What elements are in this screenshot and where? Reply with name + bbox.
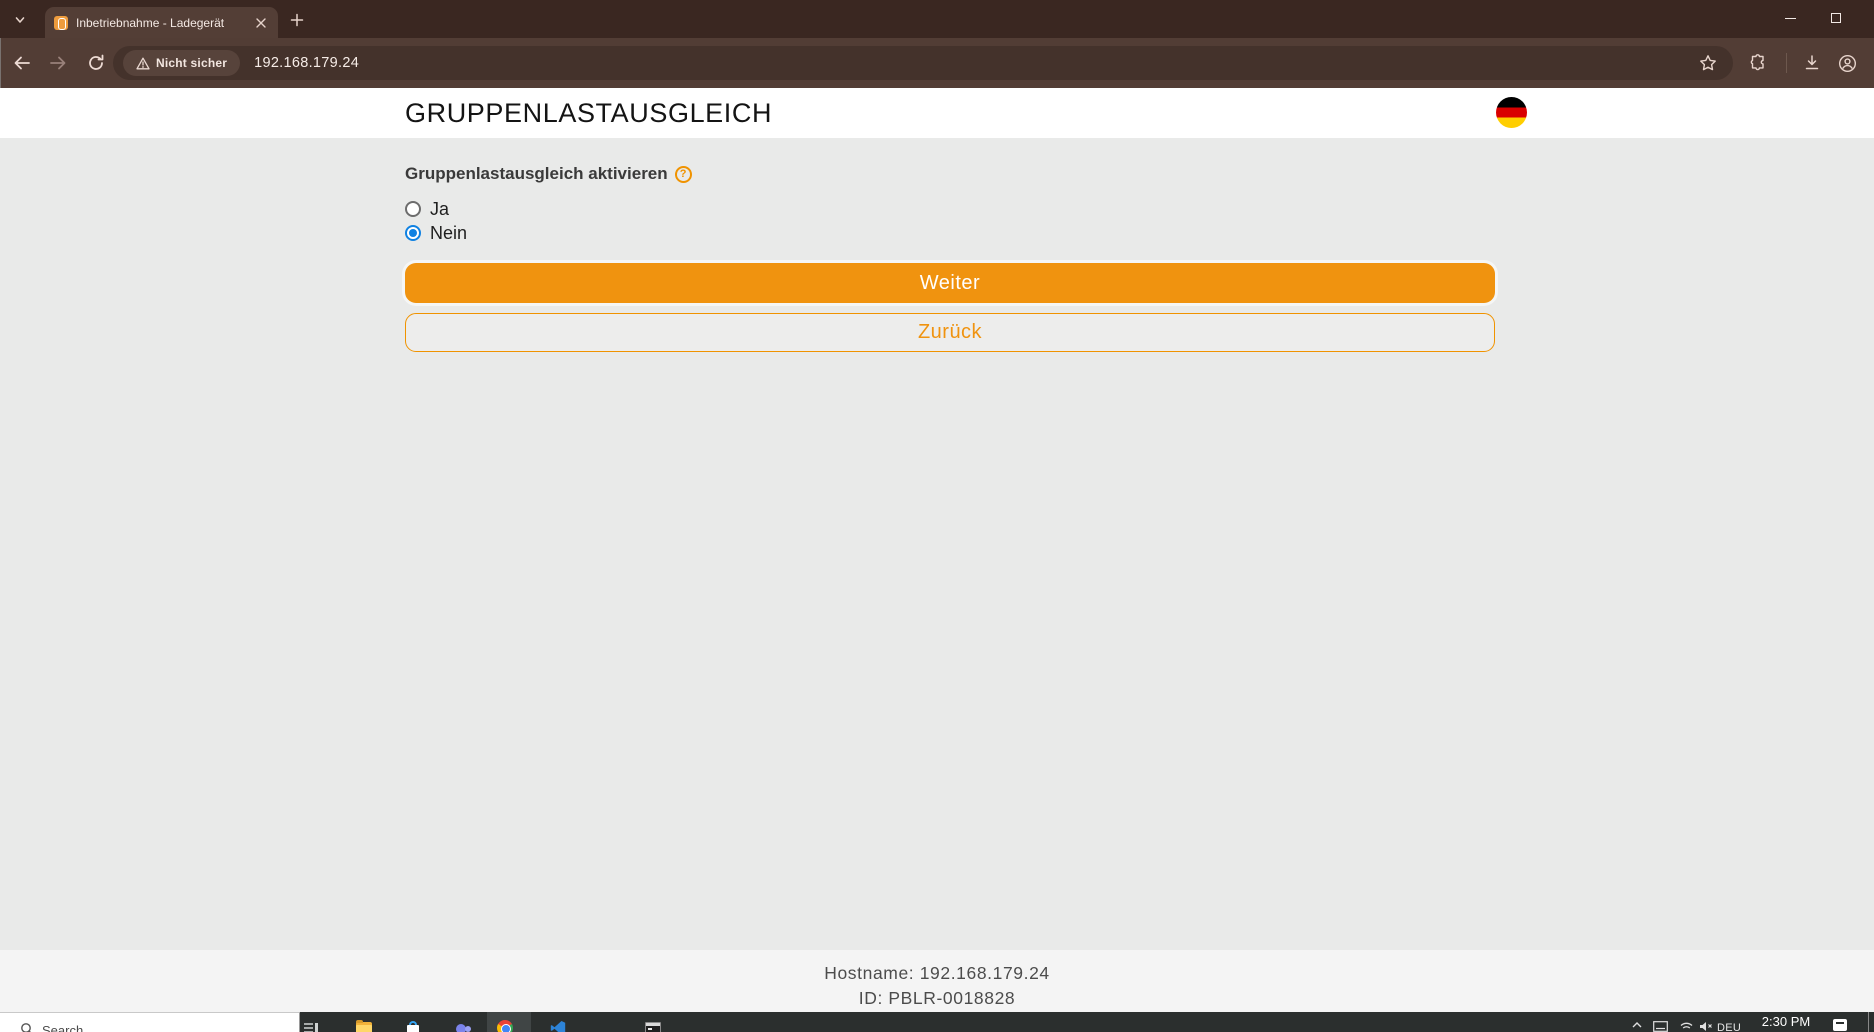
- file-explorer-icon[interactable]: [356, 1022, 372, 1032]
- forward-button[interactable]: [47, 52, 69, 74]
- url-text[interactable]: 192.168.179.24: [254, 55, 359, 71]
- browser-tab[interactable]: Inbetriebnahme - Ladegerät: [45, 7, 278, 38]
- show-desktop-divider[interactable]: [1868, 1012, 1869, 1032]
- warning-triangle-icon: [136, 57, 150, 70]
- radio-nein-label: Nein: [430, 223, 467, 244]
- page-content: Gruppenlastausgleich aktivieren ? Ja Nei…: [0, 138, 1874, 950]
- terminal-icon[interactable]: [645, 1022, 661, 1032]
- german-flag-icon[interactable]: [1496, 97, 1527, 128]
- tray-chevron-up-icon[interactable]: [1632, 1021, 1642, 1029]
- tray-volume-icon[interactable]: [1699, 1021, 1713, 1032]
- task-view-icon[interactable]: [303, 1020, 319, 1032]
- taskbar-search-box[interactable]: Search: [0, 1012, 300, 1032]
- radio-ja[interactable]: Ja: [405, 197, 1495, 221]
- tray-keyboard-icon[interactable]: [1653, 1021, 1668, 1032]
- help-icon[interactable]: ?: [675, 166, 692, 183]
- tray-language-indicator[interactable]: DEU: [1717, 1022, 1741, 1032]
- taskbar-search-label: Search: [42, 1023, 83, 1032]
- back-button[interactable]: [11, 52, 33, 74]
- page-footer: Hostname: 192.168.179.24 ID: PBLR-001882…: [0, 950, 1874, 1012]
- security-label: Nicht sicher: [156, 56, 227, 70]
- form-label: Gruppenlastausgleich aktivieren: [405, 164, 668, 184]
- address-bar[interactable]: Nicht sicher 192.168.179.24: [113, 46, 1733, 80]
- microsoft-store-icon[interactable]: [405, 1020, 421, 1032]
- tray-clock[interactable]: 2:30 PM: [1758, 1014, 1814, 1029]
- bookmark-star-icon[interactable]: [1699, 54, 1717, 72]
- tray-network-icon[interactable]: [1680, 1021, 1693, 1032]
- extensions-icon[interactable]: [1748, 53, 1768, 73]
- downloads-icon[interactable]: [1802, 53, 1822, 73]
- reload-button[interactable]: [85, 52, 107, 74]
- weiter-button[interactable]: Weiter: [405, 263, 1495, 303]
- tab-search-chevron-icon[interactable]: [10, 10, 30, 30]
- zurueck-button[interactable]: Zurück: [405, 313, 1495, 352]
- radio-ja-label: Ja: [430, 199, 449, 220]
- tab-close-icon[interactable]: [253, 15, 269, 31]
- radio-group: Ja Nein: [405, 197, 1495, 245]
- search-icon: [20, 1022, 34, 1032]
- toolbar-separator: [1786, 53, 1787, 73]
- profile-icon[interactable]: [1837, 53, 1857, 73]
- footer-hostname: Hostname: 192.168.179.24: [0, 950, 1874, 984]
- radio-ja-circle[interactable]: [405, 201, 421, 217]
- teams-icon[interactable]: [455, 1020, 471, 1032]
- site-favicon-icon: [54, 16, 68, 30]
- security-chip[interactable]: Nicht sicher: [123, 50, 240, 76]
- window-minimize-button[interactable]: [1768, 0, 1812, 36]
- windows-taskbar: Search DEU 2:30 PM: [0, 1012, 1874, 1032]
- window-maximize-button[interactable]: [1814, 0, 1858, 36]
- tab-title: Inbetriebnahme - Ladegerät: [76, 16, 253, 30]
- browser-titlebar: Inbetriebnahme - Ladegerät: [0, 0, 1874, 38]
- footer-device-id: ID: PBLR-0018828: [0, 984, 1874, 1009]
- notification-center-icon[interactable]: [1833, 1019, 1847, 1031]
- page-title: GRUPPENLASTAUSGLEICH: [405, 88, 1495, 138]
- radio-nein-circle[interactable]: [405, 225, 421, 241]
- chrome-icon[interactable]: [497, 1020, 513, 1032]
- page-header: GRUPPENLASTAUSGLEICH: [0, 88, 1874, 138]
- new-tab-button[interactable]: [288, 11, 306, 29]
- radio-nein[interactable]: Nein: [405, 221, 1495, 245]
- visual-studio-icon[interactable]: [550, 1020, 566, 1032]
